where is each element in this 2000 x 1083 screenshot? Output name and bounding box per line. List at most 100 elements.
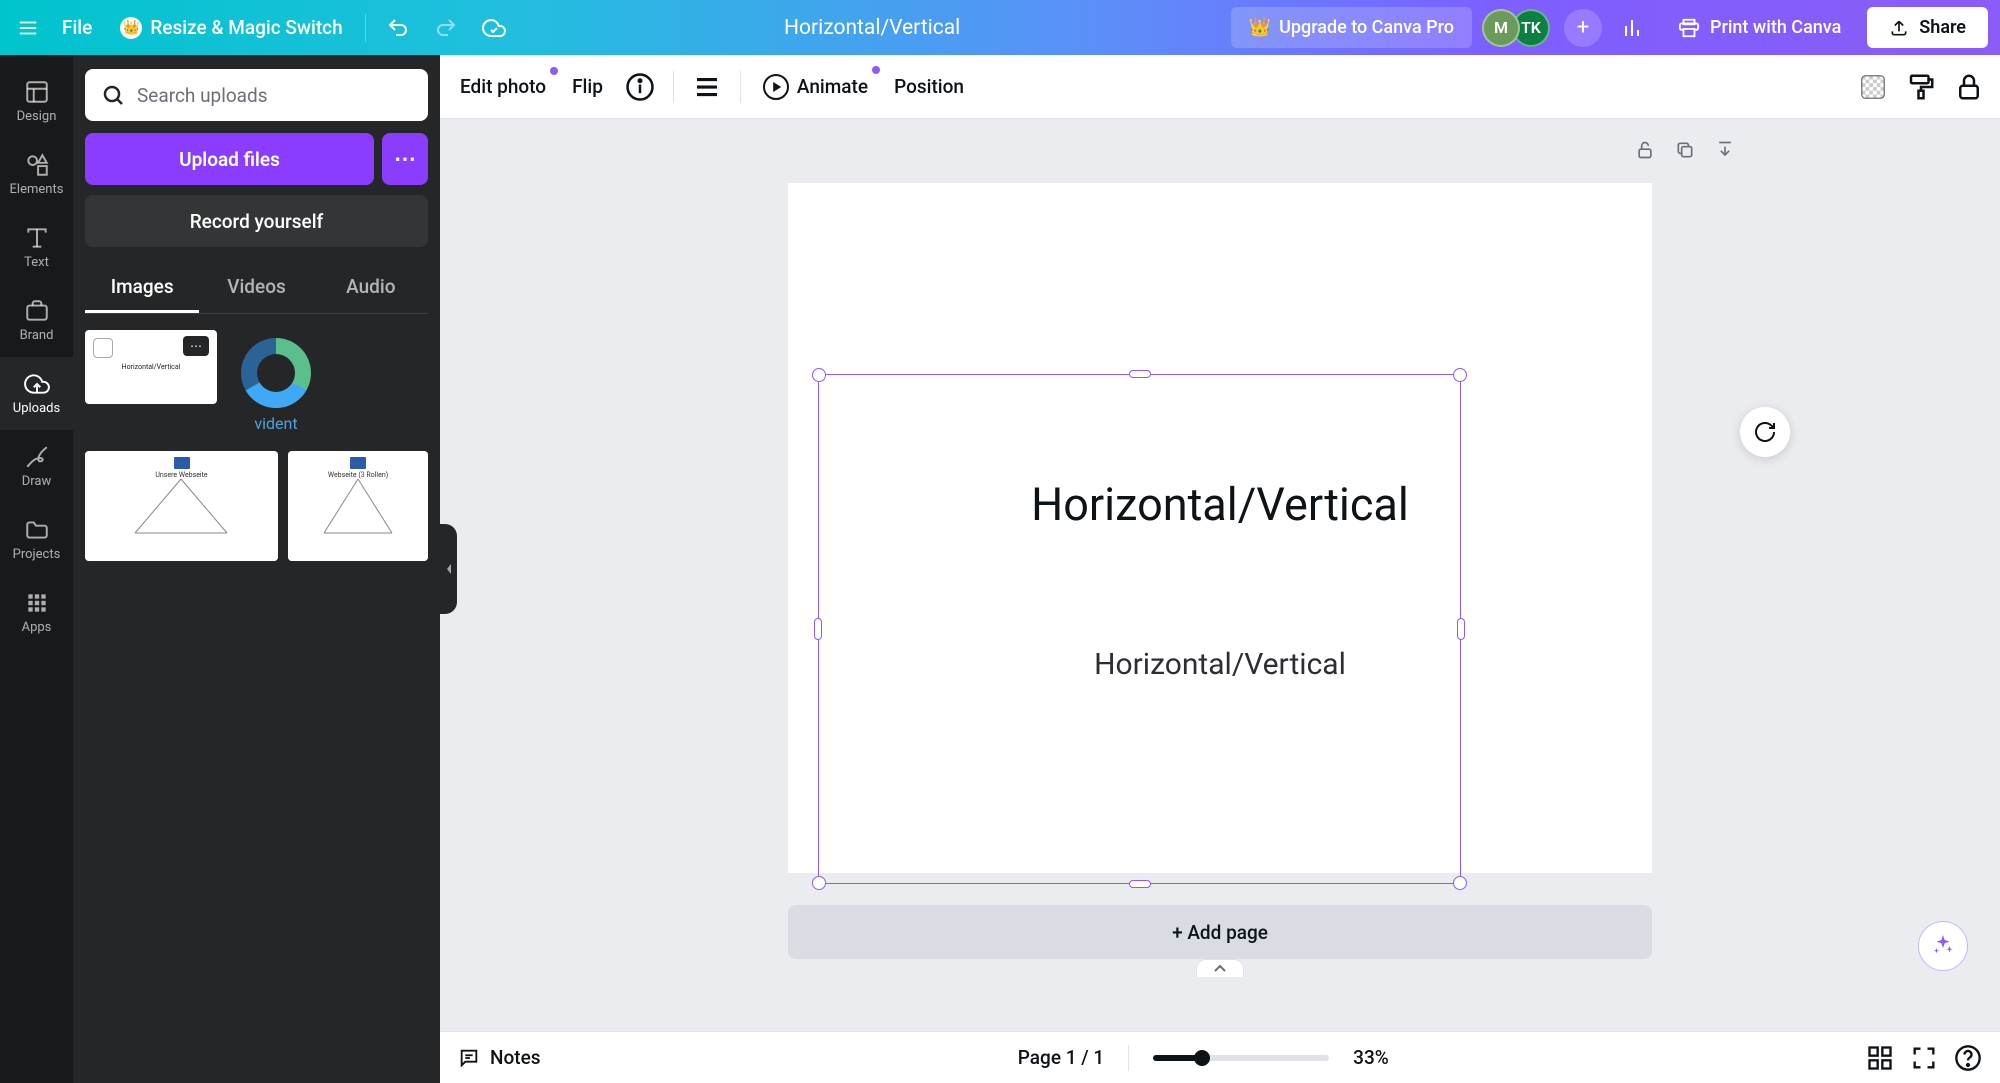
resize-handle-sw[interactable] xyxy=(812,876,826,890)
resize-handle-ne[interactable] xyxy=(1453,368,1467,382)
canvas-viewport[interactable]: Horizontal/Vertical Horizontal/Vertical … xyxy=(440,119,2000,1031)
share-button[interactable]: Share xyxy=(1867,7,1988,48)
rail-elements[interactable]: Elements xyxy=(0,138,73,211)
rail-label: Text xyxy=(24,255,49,270)
search-uploads-input[interactable] xyxy=(85,69,428,121)
insights-button[interactable] xyxy=(1612,8,1652,48)
fullscreen-button[interactable] xyxy=(1910,1044,1938,1072)
redo-button[interactable] xyxy=(426,8,466,48)
footer-center: Page 1 / 1 33% xyxy=(559,1045,1848,1071)
new-dot-icon xyxy=(550,67,558,75)
printer-icon xyxy=(1678,17,1700,39)
upload-thumb[interactable]: vident xyxy=(227,330,325,441)
help-icon xyxy=(1954,1044,1982,1072)
resize-handle-nw[interactable] xyxy=(812,368,826,382)
zoom-percentage[interactable]: 33% xyxy=(1353,1046,1389,1069)
resize-handle-se[interactable] xyxy=(1453,876,1467,890)
page-indicator[interactable]: Page 1 / 1 xyxy=(1018,1046,1104,1069)
list-view-button[interactable] xyxy=(692,72,722,102)
fullscreen-icon xyxy=(1910,1044,1938,1072)
header-left-group: File 👑 Resize & Magic Switch xyxy=(12,8,514,48)
add-collaborator-button[interactable]: + xyxy=(1564,9,1602,47)
rail-label: Apps xyxy=(22,620,52,635)
left-rail: Design Elements Text Brand Uploads Draw … xyxy=(0,55,73,1083)
upload-thumb[interactable]: Webseite (3 Rollen) xyxy=(288,451,428,561)
print-with-canva-button[interactable]: Print with Canva xyxy=(1662,7,1857,49)
notes-button[interactable]: Notes xyxy=(458,1046,541,1069)
cloud-upload-icon xyxy=(24,371,50,397)
selection-box[interactable] xyxy=(818,374,1461,884)
expand-page-button[interactable] xyxy=(1710,135,1740,165)
zoom-slider[interactable] xyxy=(1153,1055,1329,1061)
add-page-button[interactable]: + Add page xyxy=(788,905,1652,959)
rail-draw[interactable]: Draw xyxy=(0,430,73,503)
main-menu-button[interactable] xyxy=(12,12,44,44)
duplicate-page-button[interactable] xyxy=(1670,135,1700,165)
bar-chart-icon xyxy=(1620,16,1644,40)
upload-more-button[interactable]: ⋯ xyxy=(382,133,428,185)
lock-page-button[interactable] xyxy=(1630,135,1660,165)
select-checkbox[interactable] xyxy=(93,338,113,358)
diagram-thumbnail: Webseite (3 Rollen) xyxy=(288,451,428,561)
upgrade-label: Upgrade to Canva Pro xyxy=(1279,17,1454,38)
rail-label: Design xyxy=(17,109,57,124)
collaborator-avatars[interactable]: M TK xyxy=(1482,9,1550,47)
thumb-caption: vident xyxy=(254,414,297,433)
play-circle-icon xyxy=(763,74,789,100)
elements-icon xyxy=(24,152,50,178)
resize-handle-s[interactable] xyxy=(1129,880,1151,888)
resize-handle-e[interactable] xyxy=(1457,618,1465,640)
sparkle-icon xyxy=(1930,933,1956,959)
info-button[interactable] xyxy=(625,72,655,102)
lock-button[interactable] xyxy=(1954,72,1984,102)
record-yourself-button[interactable]: Record yourself xyxy=(85,195,428,247)
rail-label: Elements xyxy=(10,182,64,197)
transparency-button[interactable] xyxy=(1858,72,1888,102)
divider xyxy=(740,71,741,103)
help-button[interactable] xyxy=(1954,1044,1982,1072)
tab-videos[interactable]: Videos xyxy=(199,263,313,313)
magic-assistant-button[interactable] xyxy=(1918,921,1968,971)
tab-images[interactable]: Images xyxy=(85,263,199,313)
context-toolbar: Edit photo Flip Animate Position xyxy=(440,55,2000,119)
file-menu[interactable]: File xyxy=(52,10,102,45)
tab-audio[interactable]: Audio xyxy=(314,263,428,313)
position-button[interactable]: Position xyxy=(890,69,968,104)
copy-style-button[interactable] xyxy=(1906,72,1936,102)
upload-row: Upload files ⋯ xyxy=(85,133,428,185)
upload-tabs: Images Videos Audio xyxy=(85,263,428,314)
cloud-check-icon xyxy=(482,16,506,40)
upload-files-button[interactable]: Upload files xyxy=(85,133,374,185)
grid-view-button[interactable] xyxy=(1866,1044,1894,1072)
expand-panel-up-button[interactable] xyxy=(1196,959,1244,977)
upload-thumb[interactable]: ⋯ Horizontal/Vertical xyxy=(85,330,217,404)
document-title[interactable]: Horizontal/Vertical xyxy=(524,16,1221,40)
resize-label: Resize & Magic Switch xyxy=(150,16,342,39)
avatar: M xyxy=(1482,9,1520,47)
rail-brand[interactable]: Brand xyxy=(0,284,73,357)
resize-handle-n[interactable] xyxy=(1129,370,1151,378)
rail-text[interactable]: Text xyxy=(0,211,73,284)
cloud-sync-button[interactable] xyxy=(474,8,514,48)
resize-magic-switch-button[interactable]: 👑 Resize & Magic Switch xyxy=(110,10,352,45)
edit-photo-button[interactable]: Edit photo xyxy=(456,69,550,104)
rail-projects[interactable]: Projects xyxy=(0,503,73,576)
upgrade-button[interactable]: 👑 Upgrade to Canva Pro xyxy=(1231,7,1472,48)
zoom-thumb[interactable] xyxy=(1194,1050,1210,1066)
lock-icon xyxy=(1954,72,1984,102)
undo-button[interactable] xyxy=(378,8,418,48)
rail-uploads[interactable]: Uploads xyxy=(0,357,73,430)
rail-label: Brand xyxy=(20,328,54,343)
chevron-up-icon xyxy=(1213,964,1227,974)
animate-button[interactable]: Animate xyxy=(759,68,872,106)
resize-handle-w[interactable] xyxy=(814,618,822,640)
crown-icon: 👑 xyxy=(1249,17,1271,38)
rail-design[interactable]: Design xyxy=(0,65,73,138)
upload-thumb[interactable]: Unsere Webseite xyxy=(85,451,278,561)
rail-apps[interactable]: Apps xyxy=(0,576,73,649)
info-icon xyxy=(625,72,655,102)
flip-button[interactable]: Flip xyxy=(568,69,607,104)
regenerate-button[interactable] xyxy=(1740,407,1790,457)
thumb-menu-button[interactable]: ⋯ xyxy=(183,336,209,356)
search-icon xyxy=(101,83,125,107)
